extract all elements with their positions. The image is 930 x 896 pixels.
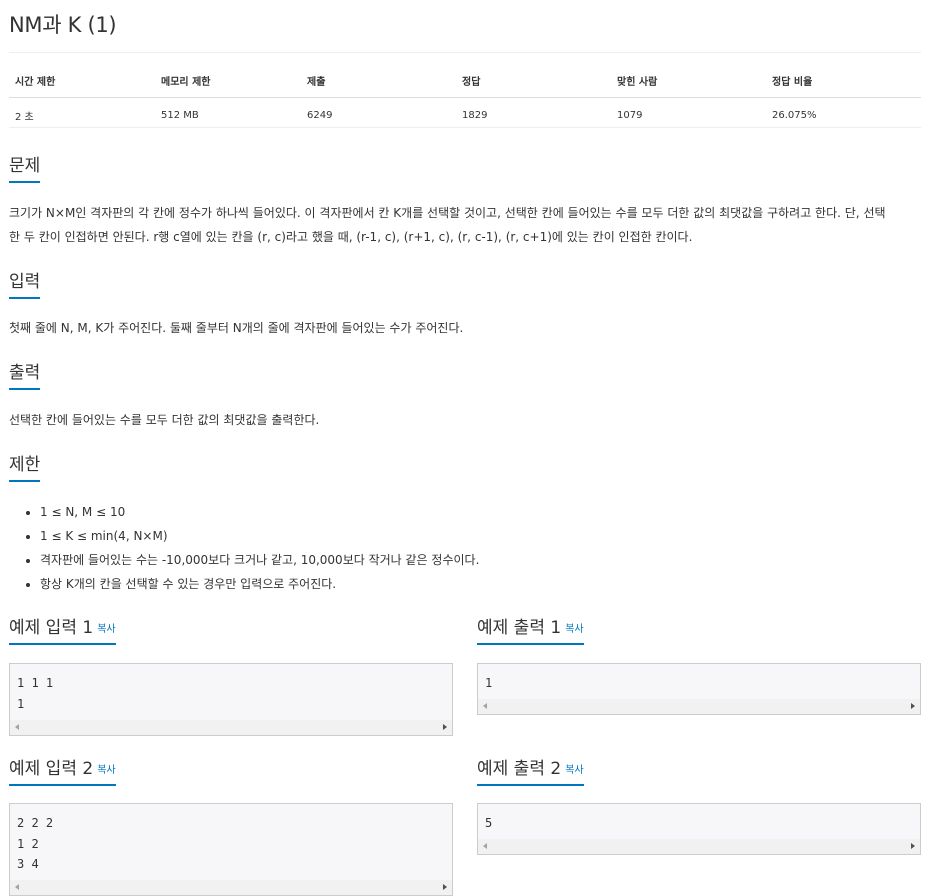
- horizontal-scrollbar[interactable]: [10, 880, 452, 895]
- title-divider: [9, 52, 921, 53]
- info-header-solved-users: 맞힌 사람: [611, 66, 766, 98]
- sample-input-1-code: 1 1 1 1: [17, 676, 54, 711]
- horizontal-scrollbar[interactable]: [478, 699, 920, 714]
- sample-output-2-box[interactable]: 5: [477, 803, 921, 855]
- problem-title: NM과 K (1): [9, 13, 117, 37]
- copy-sample-output-2-button[interactable]: 복사: [565, 765, 583, 776]
- info-time-limit: 2 초: [9, 97, 155, 128]
- scroll-right-arrow-icon[interactable]: [911, 843, 915, 849]
- info-header-accepted: 정답: [456, 66, 611, 98]
- info-submissions[interactable]: 6249: [301, 97, 456, 128]
- limit-item: 1 ≤ N, M ≤ 10: [40, 500, 479, 524]
- scroll-left-arrow-icon[interactable]: [483, 843, 487, 849]
- limits-heading: 제한: [9, 450, 921, 483]
- scroll-right-arrow-icon[interactable]: [443, 884, 447, 890]
- info-accuracy: 26.075%: [766, 97, 921, 128]
- sample-output-1-box[interactable]: 1: [477, 663, 921, 715]
- problem-page: NM과 K (1) 시간 제한 메모리 제한 제출 정답 맞힌 사람 정답 비율…: [0, 0, 930, 896]
- copy-sample-output-1-button[interactable]: 복사: [565, 624, 583, 635]
- info-solved-users[interactable]: 1079: [611, 97, 766, 128]
- sample-output-1-heading: 예제 출력 1 복사: [477, 613, 921, 646]
- scroll-left-arrow-icon[interactable]: [15, 884, 19, 890]
- limit-item: 격자판에 들어있는 수는 -10,000보다 크거나 같고, 10,000보다 …: [40, 548, 479, 572]
- info-header-time-limit: 시간 제한: [9, 66, 155, 98]
- sample-input-2-heading: 예제 입력 2 복사: [9, 754, 453, 787]
- sample-input-1-heading: 예제 입력 1 복사: [9, 613, 453, 646]
- horizontal-scrollbar[interactable]: [10, 720, 452, 735]
- sample-output-2-heading: 예제 출력 2 복사: [477, 754, 921, 787]
- input-description-text: 첫째 줄에 N, M, K가 주어진다. 둘째 줄부터 N개의 줄에 격자판에 …: [9, 321, 464, 335]
- problem-description-heading: 문제: [9, 151, 921, 184]
- limits-list: 1 ≤ N, M ≤ 10 1 ≤ K ≤ min(4, N×M) 격자판에 들…: [40, 500, 479, 596]
- problem-description-text: 크기가 N×M인 격자판의 각 칸에 정수가 하나씩 들어있다. 이 격자판에서…: [9, 206, 886, 244]
- sample-output-2-code: 5: [485, 816, 493, 830]
- limit-item: 항상 K개의 칸을 선택할 수 있는 경우만 입력으로 주어진다.: [40, 572, 479, 596]
- limit-item: 1 ≤ K ≤ min(4, N×M): [40, 524, 479, 548]
- output-heading: 출력: [9, 358, 921, 391]
- info-accepted[interactable]: 1829: [456, 97, 611, 128]
- scroll-left-arrow-icon[interactable]: [483, 703, 487, 709]
- scroll-right-arrow-icon[interactable]: [443, 724, 447, 730]
- scroll-right-arrow-icon[interactable]: [911, 703, 915, 709]
- info-header-accuracy: 정답 비율: [766, 66, 921, 98]
- sample-input-1-box[interactable]: 1 1 1 1: [9, 663, 453, 736]
- sample-input-2-box[interactable]: 2 2 2 1 2 3 4: [9, 803, 453, 896]
- output-description-text: 선택한 칸에 들어있는 수를 모두 더한 값의 최댓값을 출력한다.: [9, 413, 320, 427]
- sample-input-2-code: 2 2 2 1 2 3 4: [17, 816, 54, 871]
- info-header-row: 시간 제한 메모리 제한 제출 정답 맞힌 사람 정답 비율: [9, 66, 921, 98]
- scroll-left-arrow-icon[interactable]: [15, 724, 19, 730]
- copy-sample-input-1-button[interactable]: 복사: [97, 624, 115, 635]
- sample-output-1-code: 1: [485, 676, 493, 690]
- input-heading: 입력: [9, 267, 921, 300]
- problem-info-table: 시간 제한 메모리 제한 제출 정답 맞힌 사람 정답 비율 2 초 512 M…: [9, 66, 921, 128]
- horizontal-scrollbar[interactable]: [478, 839, 920, 854]
- info-value-row: 2 초 512 MB 6249 1829 1079 26.075%: [9, 97, 921, 128]
- info-memory-limit: 512 MB: [155, 97, 301, 128]
- info-header-memory-limit: 메모리 제한: [155, 66, 301, 98]
- info-header-submissions: 제출: [301, 66, 456, 98]
- copy-sample-input-2-button[interactable]: 복사: [97, 765, 115, 776]
